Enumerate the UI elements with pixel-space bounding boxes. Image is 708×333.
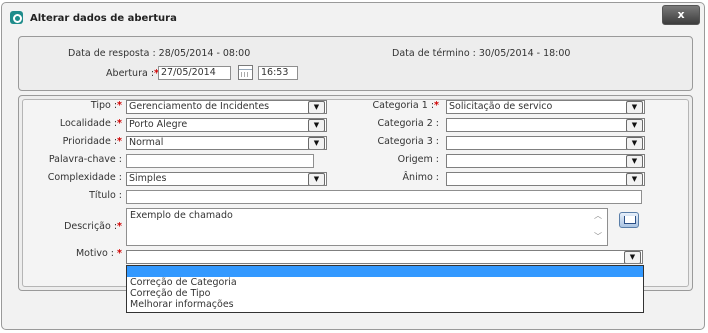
motivo-option-correcao-categoria[interactable]: Correção de Categoria <box>127 277 643 288</box>
tipo-value: Gerenciamento de Incidentes <box>129 101 270 112</box>
opening-date-input[interactable]: 27/05/2014 <box>158 66 231 80</box>
motivo-select[interactable]: ▼ <box>126 250 643 264</box>
titulo-input[interactable] <box>126 190 642 204</box>
categoria3-select[interactable]: ▼ <box>446 136 645 150</box>
chevron-down-icon: ▼ <box>626 119 643 131</box>
chevron-down-icon: ▼ <box>626 101 643 113</box>
prioridade-select[interactable]: Normal ▼ <box>126 136 327 150</box>
categoria1-value: Solicitação de servico <box>449 101 553 112</box>
response-date-text: Data de resposta : 28/05/2014 - 08:00 <box>68 48 251 59</box>
motivo-option-empty[interactable] <box>127 266 643 277</box>
motivo-label: Motivo : * <box>75 248 122 259</box>
calendar-icon[interactable] <box>238 65 253 80</box>
categoria1-select[interactable]: Solicitação de servico ▼ <box>446 100 645 114</box>
localidade-value: Porto Alegre <box>129 119 188 130</box>
chevron-down-icon: ▼ <box>624 251 641 263</box>
chevron-down-icon: ▼ <box>308 137 325 149</box>
complexidade-select[interactable]: Simples ▼ <box>126 172 327 186</box>
edit-opening-dialog: Alterar dados de abertura x Data de resp… <box>1 2 705 330</box>
palavra-chave-input[interactable] <box>126 154 314 168</box>
animo-label: Ânimo : <box>402 172 439 183</box>
tipo-label: Tipo :* <box>90 100 122 111</box>
opening-label: Abertura :* <box>106 68 159 79</box>
book-icon[interactable] <box>619 212 639 228</box>
categoria2-label: Categoria 2 : <box>377 118 439 129</box>
end-date-text: Data de término : 30/05/2014 - 18:00 <box>392 48 571 59</box>
categoria1-label: Categoria 1 :* <box>372 100 440 111</box>
chevron-down-icon: ▼ <box>626 137 643 149</box>
tipo-select[interactable]: Gerenciamento de Incidentes ▼ <box>126 100 327 114</box>
animo-select[interactable]: ▼ <box>446 172 645 186</box>
localidade-label: Localidade :* <box>59 118 122 129</box>
dialog-title: Alterar dados de abertura <box>30 13 177 24</box>
chevron-down-icon: ▼ <box>626 173 643 185</box>
scroll-down-icon[interactable]: ﹀ <box>591 232 605 242</box>
chevron-down-icon: ▼ <box>308 173 325 185</box>
complexidade-label: Complexidade : <box>47 172 122 183</box>
complexidade-value: Simples <box>129 173 167 184</box>
descricao-textarea[interactable]: Exemplo de chamado <box>126 208 608 246</box>
prioridade-label: Prioridade :* <box>62 136 122 147</box>
categoria2-select[interactable]: ▼ <box>446 118 645 132</box>
categoria3-label: Categoria 3 : <box>377 136 439 147</box>
chevron-down-icon: ▼ <box>626 155 643 167</box>
descricao-label: Descrição :* <box>64 221 122 232</box>
localidade-select[interactable]: Porto Alegre ▼ <box>126 118 327 132</box>
titulo-label: Título : <box>89 190 122 201</box>
close-button[interactable]: x <box>662 5 700 25</box>
palavra-chave-label: Palavra-chave : <box>48 154 122 165</box>
opening-time-input[interactable]: 16:53 <box>258 66 298 80</box>
motivo-option-correcao-tipo[interactable]: Correção de Tipo <box>127 288 643 299</box>
chevron-down-icon: ▼ <box>308 101 325 113</box>
dialog-titlebar: Alterar dados de abertura x <box>2 3 704 29</box>
app-logo-icon <box>10 11 23 24</box>
dates-section: Data de resposta : 28/05/2014 - 08:00 Da… <box>18 36 693 91</box>
descricao-value: Exemplo de chamado <box>130 210 233 221</box>
prioridade-value: Normal <box>129 137 164 148</box>
chevron-down-icon: ▼ <box>308 119 325 131</box>
motivo-dropdown-list: Correção de Categoria Correção de Tipo M… <box>126 265 644 313</box>
motivo-option-melhorar-informacoes[interactable]: Melhorar informações <box>127 299 643 310</box>
origem-label: Origem : <box>397 154 439 165</box>
scroll-up-icon[interactable]: ︿ <box>591 211 605 221</box>
origem-select[interactable]: ▼ <box>446 154 645 168</box>
